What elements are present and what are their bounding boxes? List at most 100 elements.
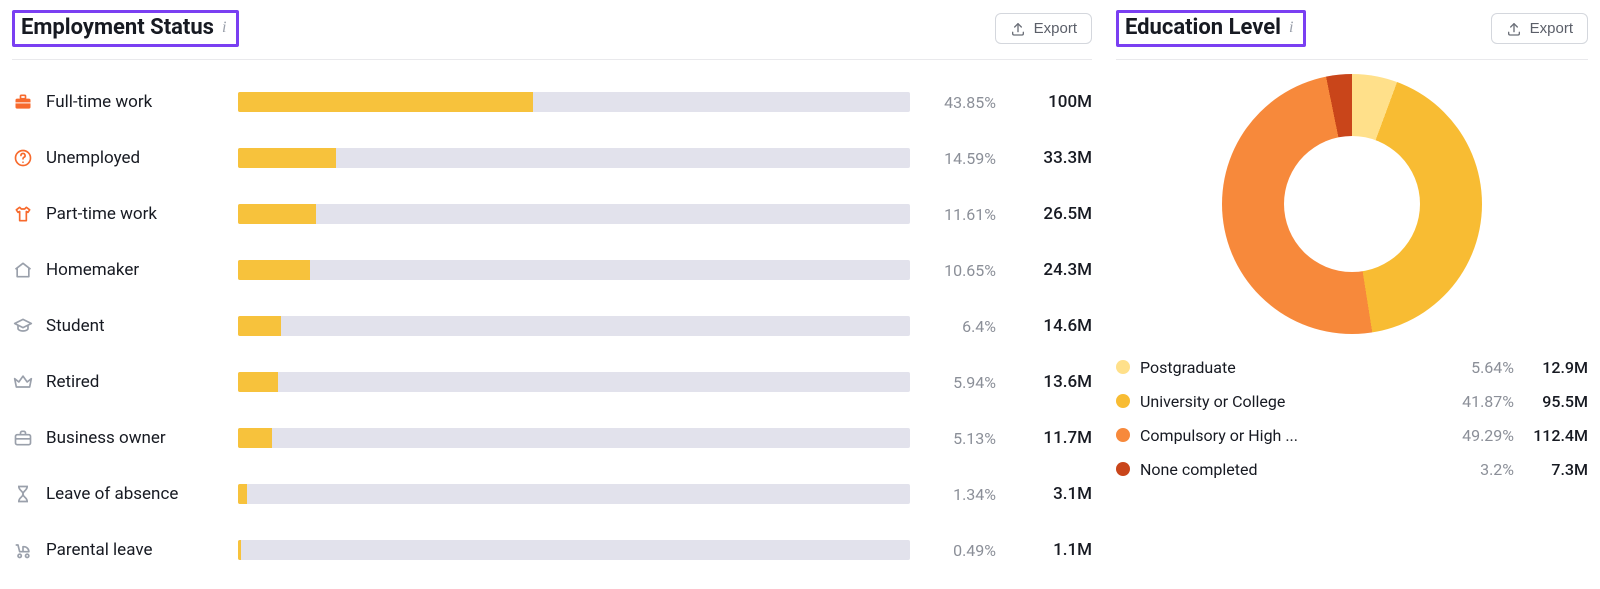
legend-count: 7.3M [1524,460,1588,479]
employment-row-count: 14.6M [1012,316,1092,336]
employment-row-label-wrap: Part-time work [12,203,222,225]
employment-row-count: 3.1M [1012,484,1092,504]
employment-row-label-wrap: Parental leave [12,539,222,561]
question-circle-icon [12,147,34,169]
home-icon [12,259,34,281]
employment-bar-fill [238,540,241,560]
legend-swatch [1116,462,1130,476]
employment-bar-fill [238,316,281,336]
employment-bar-track [238,428,910,448]
employment-bar-list: Full-time work43.85%100MUnemployed14.59%… [12,60,1092,578]
legend-label: University or College [1140,392,1438,411]
hourglass-icon [12,483,34,505]
employment-row-label: Full-time work [46,92,152,112]
employment-row: Full-time work43.85%100M [12,74,1092,130]
info-icon[interactable]: i [220,19,226,37]
employment-row-percent: 11.61% [926,205,996,224]
employment-bar-fill [238,148,336,168]
employment-title-highlight: Employment Status i [12,10,239,47]
employment-row-label-wrap: Business owner [12,427,222,449]
employment-row: Homemaker 10.65% 24.3M [12,242,1092,298]
employment-bar-fill [238,92,533,112]
education-donut-wrap [1116,60,1588,344]
info-icon[interactable]: i [1287,19,1293,37]
employment-row: Retired 5.94% 13.6M [12,354,1092,410]
stroller-icon [12,539,34,561]
employment-row-label: Homemaker [46,260,139,280]
employment-row-percent: 1.34% [926,485,996,504]
employment-row-label-wrap: Unemployed [12,147,222,169]
legend-label: None completed [1140,460,1438,479]
employment-row-count: 1.1M [1012,540,1092,560]
legend-label: Compulsory or High ... [1140,426,1438,445]
employment-row-label: Unemployed [46,148,140,168]
employment-bar-track [238,372,910,392]
legend-swatch [1116,360,1130,374]
employment-bar-fill [238,372,278,392]
graduation-cap-icon [12,315,34,337]
employment-row-count: 26.5M [1012,204,1092,224]
employment-row: Student 6.4% 14.6M [12,298,1092,354]
employment-row-count: 11.7M [1012,428,1092,448]
legend-count: 112.4M [1524,426,1588,445]
employment-bar-track [238,148,910,168]
education-title-highlight: Education Level i [1116,10,1306,47]
employment-row-percent: 14.59% [926,149,996,168]
employment-row-percent: 10.65% [926,261,996,280]
legend-label: Postgraduate [1140,358,1438,377]
employment-bar-track [238,204,910,224]
employment-row: Parental leave 0.49% 1.1M [12,522,1092,578]
employment-row-label: Part-time work [46,204,157,224]
employment-row-label-wrap: Retired [12,371,222,393]
employment-row-label-wrap: Student [12,315,222,337]
education-legend-row: None completed 3.2% 7.3M [1116,452,1588,486]
export-label: Export [1530,20,1573,37]
employment-row-percent: 0.49% [926,541,996,560]
employment-row-count: 13.6M [1012,372,1092,392]
upload-icon [1506,21,1522,37]
legend-swatch [1116,428,1130,442]
crown-icon [12,371,34,393]
education-legend-row: University or College41.87%95.5M [1116,384,1588,418]
employment-row-label: Retired [46,372,99,392]
employment-header: Employment Status i Export [12,0,1092,60]
legend-count: 12.9M [1524,358,1588,377]
legend-percent: 5.64% [1448,358,1514,377]
briefcase-full-icon [12,91,34,113]
employment-bar-fill [238,428,272,448]
employment-row-label: Leave of absence [46,484,178,504]
employment-row-percent: 6.4% [926,317,996,336]
education-donut-chart [1222,74,1482,334]
employment-title: Employment Status [21,15,214,40]
export-button[interactable]: Export [995,13,1092,44]
employment-row-label: Student [46,316,105,336]
employment-bar-fill [238,260,310,280]
education-level-panel: Education Level i Export Postgraduate 5.6… [1116,0,1588,578]
employment-row-percent: 5.13% [926,429,996,448]
export-button[interactable]: Export [1491,13,1588,44]
employment-row-count: 24.3M [1012,260,1092,280]
employment-row-label: Business owner [46,428,166,448]
employment-row-label-wrap: Full-time work [12,91,222,113]
upload-icon [1010,21,1026,37]
employment-row: Leave of absence 1.34% 3.1M [12,466,1092,522]
employment-row-count: 33.3M [1012,148,1092,168]
education-legend: Postgraduate 5.64% 12.9M University or Coll… [1116,344,1588,486]
employment-status-panel: Employment Status i Export Full-time wor… [12,0,1092,578]
legend-count: 95.5M [1524,392,1588,411]
employment-bar-track [238,92,910,112]
legend-percent: 49.29% [1448,426,1514,445]
education-legend-row: Postgraduate 5.64% 12.9M [1116,350,1588,384]
employment-row-percent: 5.94% [926,373,996,392]
education-header: Education Level i Export [1116,0,1588,60]
legend-swatch [1116,394,1130,408]
employment-bar-track [238,260,910,280]
employment-bar-track [238,540,910,560]
employment-row: Part-time work 11.61% 26.5M [12,186,1092,242]
employment-bar-fill [238,484,247,504]
education-legend-row: Compulsory or High ... 49.29% 112.4M [1116,418,1588,452]
employment-row-percent: 43.85% [926,93,996,112]
briefcase-icon [12,427,34,449]
employment-bar-fill [238,204,316,224]
legend-percent: 3.2% [1448,460,1514,479]
